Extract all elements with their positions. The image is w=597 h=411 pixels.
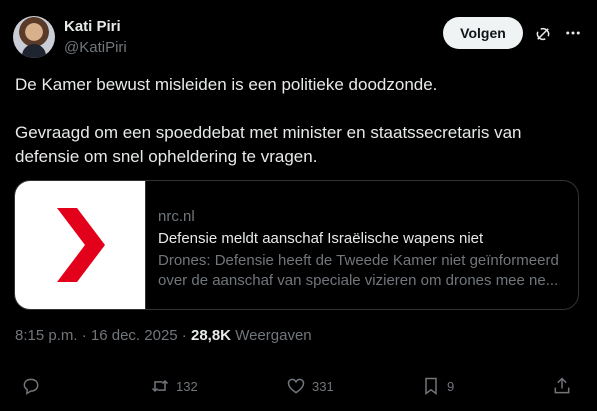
reply-icon <box>23 378 39 395</box>
grok-icon[interactable] <box>534 25 552 43</box>
views-label: Weergaven <box>235 327 312 344</box>
bookmark-button[interactable]: 9 <box>421 374 454 398</box>
meta-separator: · <box>177 327 191 344</box>
tweet-meta: 8:15 p.m. · 16 dec. 2025 · 28,8K Weergav… <box>15 327 312 344</box>
card-thumbnail <box>15 181 146 309</box>
meta-separator: · <box>77 327 91 344</box>
heart-icon <box>287 378 305 394</box>
action-bar: 132 331 9 <box>15 374 580 398</box>
nrc-logo-icon <box>57 208 105 282</box>
card-domain: nrc.nl <box>158 208 195 225</box>
share-button[interactable] <box>552 374 578 398</box>
card-body: nrc.nl Defensie meldt aanschaf Israëlisc… <box>158 207 566 291</box>
reply-button[interactable] <box>21 374 47 398</box>
more-icon[interactable] <box>564 24 582 42</box>
link-card[interactable]: nrc.nl Defensie meldt aanschaf Israëlisc… <box>14 180 579 310</box>
tweet-time[interactable]: 8:15 p.m. <box>15 327 78 344</box>
retweet-button[interactable]: 132 <box>150 374 198 398</box>
tweet-paragraph: De Kamer bewust misleiden is een politie… <box>15 75 438 94</box>
bookmark-icon <box>425 377 437 395</box>
tweet-header: Kati Piri @KatiPiri Volgen <box>13 13 584 59</box>
card-title: Defensie meldt aanschaf Israëlische wape… <box>158 230 484 247</box>
author-name[interactable]: Kati Piri <box>64 18 121 35</box>
share-icon <box>554 377 570 394</box>
tweet-text: De Kamer bewust misleiden is een politie… <box>15 73 575 193</box>
follow-button[interactable]: Volgen <box>443 17 523 49</box>
bookmark-count: 9 <box>447 378 455 394</box>
retweet-count: 132 <box>176 378 198 394</box>
retweet-icon <box>151 379 169 393</box>
tweet-paragraph: Gevraagd om een spoeddebat met minister … <box>15 123 522 166</box>
tweet-date[interactable]: 16 dec. 2025 <box>91 327 178 344</box>
like-count: 331 <box>312 378 334 394</box>
author-handle[interactable]: @KatiPiri <box>64 39 127 56</box>
avatar[interactable] <box>13 16 55 58</box>
card-description: Drones: Defensie heeft de Tweede Kamer n… <box>158 252 559 289</box>
views-count: 28,8K <box>190 327 232 344</box>
like-button[interactable]: 331 <box>286 374 334 398</box>
